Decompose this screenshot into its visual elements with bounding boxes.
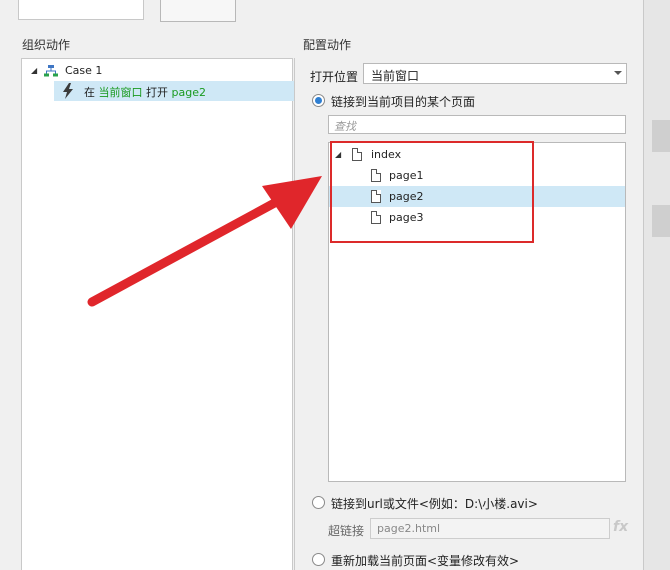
hyperlink-label: 超链接 [328,524,365,538]
link-url-radio[interactable] [312,496,325,509]
link-url-radio-label: 链接到url或文件<例如：D:\小楼.avi> [331,497,538,511]
hyperlink-input[interactable]: page2.html [370,518,610,539]
reload-page-radio[interactable] [312,553,325,566]
hyperlink-value: page2.html [377,522,441,535]
reload-page-radio-label: 重新加载当前页面<变量修改有效> [331,554,520,568]
annotation-arrow [87,176,322,307]
fx-button[interactable]: fx [613,519,628,535]
